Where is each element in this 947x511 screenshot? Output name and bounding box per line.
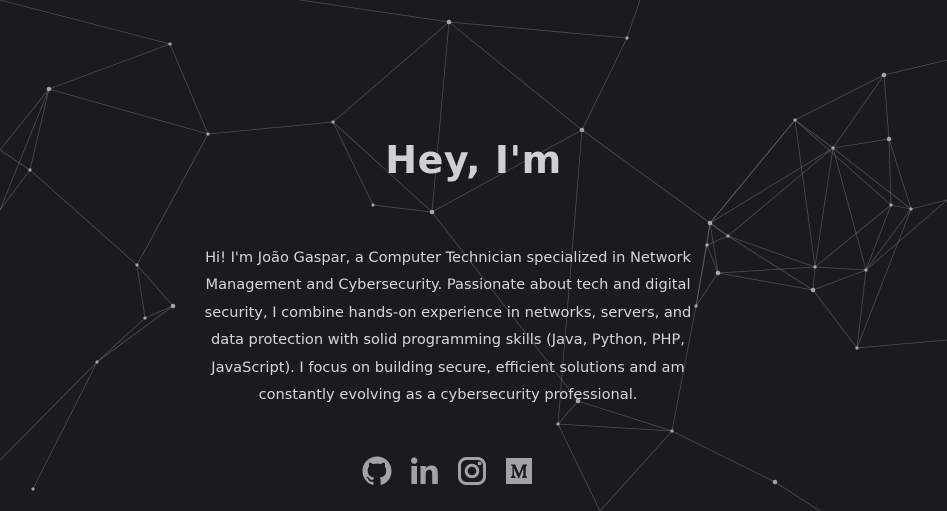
- instagram-link[interactable]: [456, 455, 488, 487]
- linkedin-icon: [411, 457, 439, 484]
- hero-section: Hey, I'm Hi! I'm João Gaspar, a Computer…: [0, 0, 947, 511]
- linkedin-link[interactable]: [408, 455, 440, 487]
- hero-bio: Hi! I'm João Gaspar, a Computer Technici…: [204, 249, 692, 404]
- medium-link[interactable]: [503, 455, 535, 487]
- social-links: [361, 455, 535, 487]
- medium-icon: [505, 458, 532, 484]
- github-icon: [362, 456, 392, 485]
- github-link[interactable]: [361, 455, 393, 487]
- instagram-icon: [457, 457, 486, 485]
- hero-title: Hey, I'm: [385, 138, 562, 182]
